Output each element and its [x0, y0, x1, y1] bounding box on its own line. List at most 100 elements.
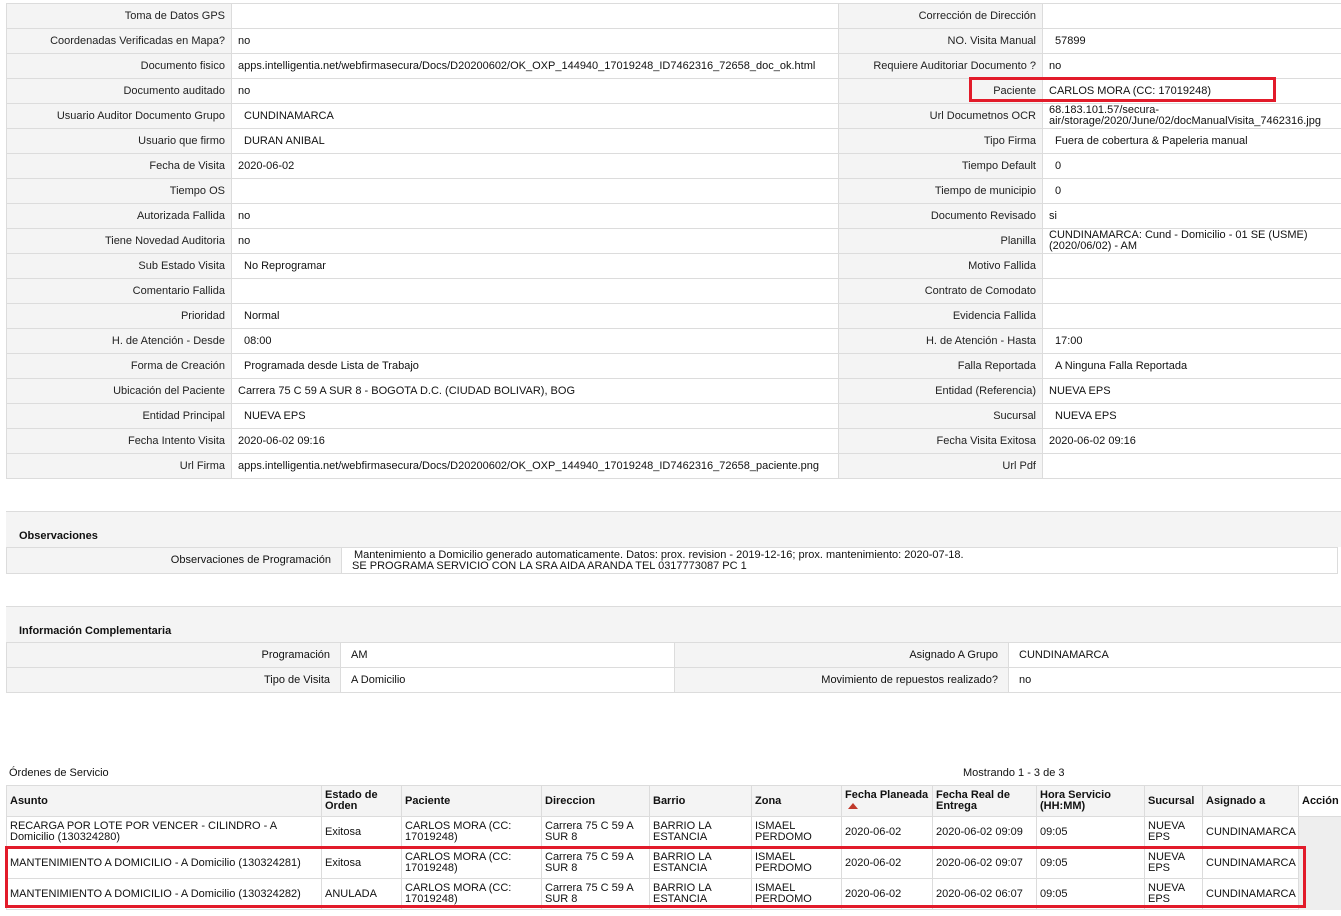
detail-value: 08:00	[231, 328, 839, 354]
order-cell-zona: ISMAEL PERDOMO	[751, 816, 842, 848]
detail-label: Url Pdf	[838, 453, 1043, 479]
observaciones-label: Observaciones de Programación	[6, 547, 342, 574]
detail-value: 68.183.101.57/secura-air/storage/2020/Ju…	[1042, 103, 1341, 129]
detail-label: NO. Visita Manual	[838, 28, 1043, 54]
detail-value: Fuera de cobertura & Papeleria manual	[1042, 128, 1341, 154]
detail-label: Entidad Principal	[6, 403, 232, 429]
col-fecha-planeada[interactable]: Fecha Planeada	[841, 785, 933, 817]
detail-label: Autorizada Fallida	[6, 203, 232, 229]
detail-value	[1042, 3, 1341, 29]
col-estado[interactable]: Estado de Orden	[321, 785, 402, 817]
order-cell-paciente: CARLOS MORA (CC: 17019248)	[401, 816, 542, 848]
detail-value	[231, 178, 839, 204]
order-cell-zona: ISMAEL PERDOMO	[751, 878, 842, 910]
detail-row: Usuario que firmo DURAN ANIBAL Tipo Firma F…	[6, 128, 1341, 154]
orders-header-row: Asunto Estado de Orden Paciente Direccio…	[6, 785, 1341, 817]
order-cell-barrio: BARRIO LA ESTANCIA	[649, 847, 752, 879]
order-cell-paciente: CARLOS MORA (CC: 17019248)	[401, 847, 542, 879]
comp-label: Asignado A Grupo	[674, 642, 1009, 668]
complementaria-row: Tipo de Visita A Domicilio Movimiento de r…	[6, 667, 1341, 693]
detail-row: Autorizada Fallida no Documento Revisado si	[6, 203, 1341, 229]
order-cell-asunto[interactable]: MANTENIMIENTO A DOMICILIO - A Domicilio …	[6, 847, 322, 879]
detail-label: Sub Estado Visita	[6, 253, 232, 279]
col-hora[interactable]: Hora Servicio (HH:MM)	[1036, 785, 1145, 817]
detail-label: H. de Atención - Hasta	[838, 328, 1043, 354]
orders-table: Asunto Estado de Orden Paciente Direccio…	[6, 785, 1341, 910]
detail-label: Fecha Visita Exitosa	[838, 428, 1043, 454]
order-cell-fecha-real: 2020-06-02 09:07	[932, 847, 1037, 879]
detail-label: Documento fisico	[6, 53, 232, 79]
detail-label: Url Firma	[6, 453, 232, 479]
detail-row: Fecha de Visita 2020-06-02 Tiempo Default 0	[6, 153, 1341, 179]
order-cell-accion	[1298, 847, 1341, 879]
order-cell-sucursal: NUEVA EPS	[1144, 816, 1203, 848]
order-cell-hora: 09:05	[1036, 878, 1145, 910]
comp-value: AM	[340, 642, 675, 668]
order-cell-paciente: CARLOS MORA (CC: 17019248)	[401, 878, 542, 910]
detail-row: Usuario Auditor Documento Grupo CUNDINAMA…	[6, 103, 1341, 129]
detail-label: Forma de Creación	[6, 353, 232, 379]
order-cell-fecha-real: 2020-06-02 06:07	[932, 878, 1037, 910]
detail-label: Tiempo Default	[838, 153, 1043, 179]
comp-label: Movimiento de repuestos realizado?	[674, 667, 1009, 693]
detail-value: CUNDINAMARCA	[231, 103, 839, 129]
detail-row: Documento fisico apps.intelligentia.net/w…	[6, 53, 1341, 79]
detail-value: no	[231, 228, 839, 254]
detail-value	[231, 278, 839, 304]
col-paciente[interactable]: Paciente	[401, 785, 542, 817]
order-row[interactable]: MANTENIMIENTO A DOMICILIO - A Domicilio …	[6, 878, 1341, 910]
order-row[interactable]: MANTENIMIENTO A DOMICILIO - A Domicilio …	[6, 847, 1341, 879]
col-sucursal[interactable]: Sucursal	[1144, 785, 1203, 817]
detail-row: Ubicación del Paciente Carrera 75 C 59 A …	[6, 378, 1341, 404]
detail-row: Coordenadas Verificadas en Mapa? no NO. Vi…	[6, 28, 1341, 54]
detail-value	[1042, 253, 1341, 279]
detail-label: Corrección de Dirección	[838, 3, 1043, 29]
complementaria-title: Información Complementaria	[19, 625, 172, 637]
order-row[interactable]: RECARGA POR LOTE POR VENCER - CILINDRO -…	[6, 816, 1341, 848]
observaciones-line-1: Mantenimiento a Domicilio generado autom…	[354, 548, 964, 561]
order-cell-estado: Exitosa	[321, 847, 402, 879]
detail-value: Carrera 75 C 59 A SUR 8 - BOGOTA D.C. (C…	[231, 378, 839, 404]
detail-label: Coordenadas Verificadas en Mapa?	[6, 28, 232, 54]
detail-label: Tiempo OS	[6, 178, 232, 204]
col-barrio[interactable]: Barrio	[649, 785, 752, 817]
detail-row: Fecha Intento Visita 2020-06-02 09:16 Fech…	[6, 428, 1341, 454]
comp-label: Programación	[6, 642, 341, 668]
detail-value: No Reprogramar	[231, 253, 839, 279]
col-asunto[interactable]: Asunto	[6, 785, 322, 817]
order-cell-sucursal: NUEVA EPS	[1144, 847, 1203, 879]
detail-label: Evidencia Fallida	[838, 303, 1043, 329]
order-cell-estado: ANULADA	[321, 878, 402, 910]
detail-value	[1042, 278, 1341, 304]
detail-value: no	[231, 78, 839, 104]
detail-value: NUEVA EPS	[1042, 403, 1341, 429]
detail-label: Prioridad	[6, 303, 232, 329]
detail-value: 2020-06-02 09:16	[1042, 428, 1341, 454]
detail-value: Normal	[231, 303, 839, 329]
order-cell-sucursal: NUEVA EPS	[1144, 878, 1203, 910]
col-asignado[interactable]: Asignado a	[1202, 785, 1299, 817]
detail-label: Ubicación del Paciente	[6, 378, 232, 404]
detail-label: Falla Reportada	[838, 353, 1043, 379]
orders-title: Órdenes de Servicio	[9, 767, 109, 779]
orders-body: RECARGA POR LOTE POR VENCER - CILINDRO -…	[6, 816, 1341, 910]
detail-label: Requiere Auditoriar Documento ?	[838, 53, 1043, 79]
sort-ascending-icon[interactable]	[848, 803, 858, 810]
order-cell-asunto[interactable]: RECARGA POR LOTE POR VENCER - CILINDRO -…	[6, 816, 322, 848]
col-zona[interactable]: Zona	[751, 785, 842, 817]
order-cell-asignado: CUNDINAMARCA	[1202, 816, 1299, 848]
order-cell-direccion: Carrera 75 C 59 A SUR 8	[541, 816, 650, 848]
col-fecha-real[interactable]: Fecha Real de Entrega	[932, 785, 1037, 817]
comp-label: Tipo de Visita	[6, 667, 341, 693]
detail-value: 0	[1042, 153, 1341, 179]
detail-label: Tipo Firma	[838, 128, 1043, 154]
detail-value	[1042, 453, 1341, 479]
detail-label: Toma de Datos GPS	[6, 3, 232, 29]
order-cell-barrio: BARRIO LA ESTANCIA	[649, 816, 752, 848]
observaciones-table: Observaciones de Programación Mantenimie…	[6, 547, 1338, 574]
col-direccion[interactable]: Direccion	[541, 785, 650, 817]
detail-label: Fecha Intento Visita	[6, 428, 232, 454]
detail-row: H. de Atención - Desde 08:00 H. de Atenció…	[6, 328, 1341, 354]
order-cell-asunto[interactable]: MANTENIMIENTO A DOMICILIO - A Domicilio …	[6, 878, 322, 910]
detail-row: Tiempo OS Tiempo de municipio 0	[6, 178, 1341, 204]
